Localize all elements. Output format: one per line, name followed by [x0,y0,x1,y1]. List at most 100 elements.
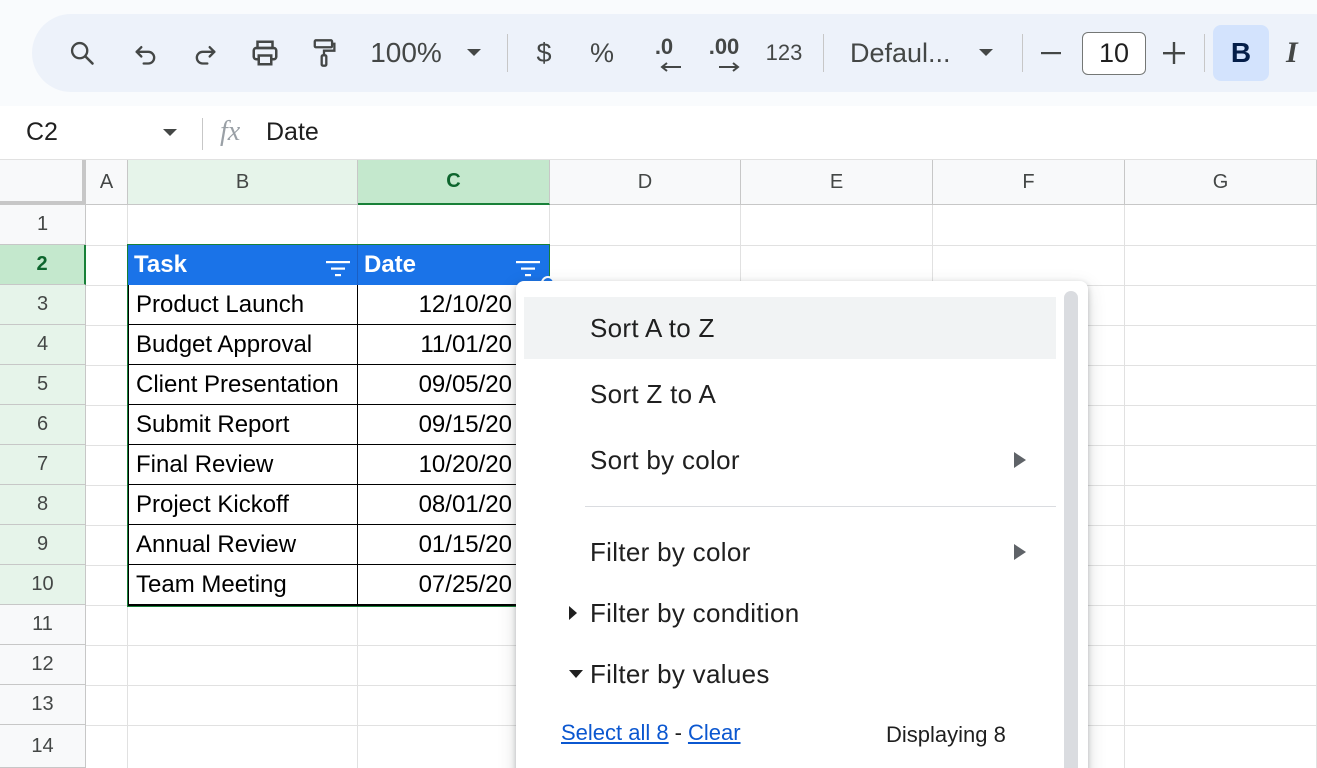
row-label: 8 [36,493,49,515]
filter-values-actions: Select all 8 - Clear [561,720,741,746]
table-cell-task[interactable]: Annual Review [127,525,358,566]
table-cell-task[interactable]: Team Meeting [127,565,358,606]
cell-text: Product Launch [136,290,305,318]
column-header-g[interactable]: G [1125,160,1317,205]
row-header-4[interactable]: 4 [0,325,86,365]
format-percent-button[interactable]: % [584,14,620,92]
header-label: Task [134,251,187,278]
row-header-9[interactable]: 9 [0,525,86,565]
paint-format-button[interactable] [304,14,344,92]
column-header-c[interactable]: C [358,160,550,205]
table-cell-task[interactable]: Submit Report [127,405,358,446]
menu-item-sort-a-z[interactable]: Sort A to Z [524,297,1056,359]
row-header-13[interactable]: 13 [0,685,86,725]
row-label: 13 [31,693,54,715]
toolbar-divider [507,34,508,72]
row-label: 1 [36,213,49,235]
filter-icon[interactable] [516,261,540,277]
column-header-f[interactable]: F [933,160,1125,205]
column-label: G [1212,170,1229,193]
table-cell-task[interactable]: Final Review [127,445,358,486]
print-button[interactable] [245,14,285,92]
row-header-6[interactable]: 6 [0,405,86,445]
table-cell-date[interactable]: 01/15/20 [358,525,518,566]
menu-item-sort-z-a[interactable]: Sort Z to A [524,363,1056,425]
italic-button[interactable]: I [1286,25,1316,81]
table-cell-date[interactable]: 07/25/20 [358,565,518,606]
bold-label: B [1230,37,1252,68]
column-header-b[interactable]: B [128,160,358,205]
menu-item-sort-by-color[interactable]: Sort by color [524,429,1056,491]
actions-separator: - [674,720,682,745]
row-label: 11 [32,613,53,635]
row-label: 10 [31,573,54,595]
table-cell-date[interactable]: 09/15/20 [358,405,518,446]
cell-text: 07/25/20 [418,570,512,598]
menu-scrollbar[interactable] [1064,291,1078,768]
table-cell-date[interactable]: 12/10/20 [358,285,518,326]
row-header-3[interactable]: 3 [0,285,86,325]
formula-input[interactable]: Date [266,118,319,147]
arrow-left-icon [660,62,681,72]
italic-label: I [1286,36,1298,69]
chevron-down-icon[interactable] [162,128,178,138]
column-label: A [99,170,114,193]
bold-button[interactable]: B [1213,25,1269,81]
caret-right-icon [569,606,577,620]
table-cell-date[interactable]: 11/01/20 [358,325,518,366]
row-header-14[interactable]: 14 [0,725,86,768]
row-header-2[interactable]: 2 [0,245,86,285]
increase-decimal-label: .00 [708,34,740,59]
redo-button[interactable] [185,14,225,92]
row-header-10[interactable]: 10 [0,565,86,605]
decrease-font-size-button[interactable] [1038,14,1066,92]
cell-text: 12/10/20 [418,290,512,318]
table-cell-task[interactable]: Product Launch [127,285,358,326]
name-box[interactable]: C2 [26,118,58,147]
more-formats-button[interactable]: 123 [762,14,806,92]
increase-decimal-button[interactable]: .00 [704,14,744,92]
clear-link[interactable]: Clear [688,720,741,746]
increase-font-size-button[interactable] [1160,14,1188,92]
column-header-a[interactable]: A [86,160,128,205]
cell-text: Client Presentation [136,370,339,398]
row-header-12[interactable]: 12 [0,645,86,685]
row-header-1[interactable]: 1 [0,205,86,245]
row-header-7[interactable]: 7 [0,445,86,485]
font-family-value: Defaul... [850,37,951,68]
row-header-11[interactable]: 11 [0,605,86,645]
zoom-select[interactable]: 100% [366,14,486,92]
format-currency-button[interactable]: $ [526,14,562,92]
column-header-d[interactable]: D [550,160,741,205]
row-label: 5 [36,373,49,395]
table-cell-task[interactable]: Project Kickoff [127,485,358,526]
table-header-date[interactable]: Date [358,245,550,285]
undo-button[interactable] [126,14,166,92]
table-cell-task[interactable]: Budget Approval [127,325,358,366]
cell-text: Project Kickoff [136,490,289,518]
decrease-decimal-button[interactable]: .0 [644,14,684,92]
row-label: 12 [31,653,54,675]
search-menus-button[interactable] [62,14,102,92]
select-all-link[interactable]: Select all 8 [561,720,669,746]
table-cell-task[interactable]: Client Presentation [127,365,358,406]
cell-text: 11/01/20 [420,330,512,358]
filter-icon[interactable] [326,261,350,277]
table-cell-date[interactable]: 10/20/20 [358,445,518,486]
row-header-8[interactable]: 8 [0,485,86,525]
font-size-input[interactable]: 10 [1082,32,1146,75]
menu-item-filter-by-condition[interactable]: Filter by condition [524,582,1056,644]
row-header-5[interactable]: 5 [0,365,86,405]
table-cell-date[interactable]: 09/05/20 [358,365,518,406]
row-label: 2 [36,253,48,275]
table-header-task[interactable]: Task [128,245,358,285]
menu-item-filter-by-color[interactable]: Filter by color [524,521,1056,583]
menu-item-filter-by-values[interactable]: Filter by values [524,643,1056,705]
font-family-select[interactable]: Defaul... [850,14,1000,92]
menu-divider [585,506,1056,507]
table-cell-date[interactable]: 08/01/20 [358,485,518,526]
column-header-e[interactable]: E [741,160,933,205]
number-format-label: 123 [765,40,803,65]
cell-text: 01/15/20 [418,530,512,558]
select-all-corner[interactable] [0,160,86,205]
